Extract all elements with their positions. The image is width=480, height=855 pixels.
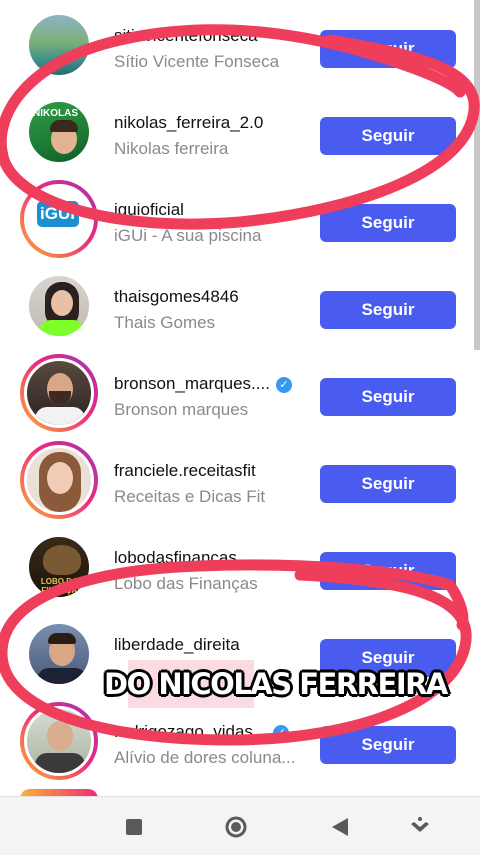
avatar-beard (49, 391, 71, 405)
list-item[interactable]: iGUi iguioficial iGUi - A sua piscina Se… (0, 176, 480, 263)
avatar-ring (20, 441, 98, 519)
avatar-shirt (35, 753, 85, 773)
full-name: Bronson marques (114, 400, 249, 419)
avatar-hair (48, 633, 76, 644)
full-name: Lobo das Finanças (114, 574, 258, 593)
full-name: Sítio Vicente Fonseca (114, 52, 280, 71)
full-name: Receitas e Dicas Fit (114, 487, 266, 506)
full-name: Nikolas ferreira (114, 139, 229, 158)
list-item[interactable]: NIKOLAS nikolas_ferreira_2.0 Nikolas fer… (0, 89, 480, 176)
list-item[interactable]: sitiovicentefonseca Sítio Vicente Fonsec… (0, 2, 480, 89)
avatar-text: LOBO DAS FINANÇAS (40, 577, 84, 595)
list-item[interactable]: thaisgomes4846 Thais Gomes Seguir (0, 263, 480, 350)
username-text: bronson_marques.... (114, 374, 270, 393)
avatar-shirt (35, 407, 85, 425)
circle-icon[interactable] (224, 815, 248, 839)
username-text: rodrigozago_vidas... (114, 722, 268, 741)
full-name: Alívio de dores coluna... (114, 748, 296, 767)
avatar[interactable] (24, 445, 94, 515)
down-chevron-icon[interactable] (408, 815, 432, 839)
full-name: Thais Gomes (114, 313, 216, 332)
avatar[interactable] (26, 12, 92, 78)
full-name: iGUi - A sua piscina (114, 226, 262, 245)
username[interactable]: thaisgomes4846 (114, 287, 239, 307)
avatar-hair (50, 120, 78, 132)
username[interactable]: rodrigozago_vidas... ✓ (114, 722, 290, 742)
username[interactable]: sitiovicentefonseca (114, 26, 258, 46)
scrollbar[interactable] (474, 0, 480, 350)
avatar-ring (20, 6, 98, 84)
avatar[interactable] (26, 621, 92, 687)
avatar[interactable] (26, 273, 92, 339)
video-caption: DO NICOLAS FERREIRA (104, 667, 448, 701)
avatar-ring: LOBO DAS FINANÇAS (20, 528, 98, 606)
follow-button[interactable]: Seguir (320, 204, 456, 242)
username[interactable]: liberdade_direita (114, 635, 240, 655)
username[interactable]: iguioficial (114, 200, 184, 220)
avatar-ring: iGUi (20, 180, 98, 258)
avatar[interactable] (24, 358, 94, 428)
verified-badge-icon: ✓ (275, 377, 292, 393)
avatar-suit (37, 668, 87, 684)
avatar[interactable]: LOBO DAS FINANÇAS (26, 534, 92, 600)
username[interactable]: bronson_marques.... ✓ (114, 374, 292, 394)
follow-button[interactable]: Seguir (320, 291, 456, 329)
follow-button[interactable]: Seguir (320, 726, 456, 764)
follow-button[interactable]: Seguir (320, 378, 456, 416)
avatar-ring (20, 615, 98, 693)
username[interactable]: franciele.receitasfit (114, 461, 256, 481)
follow-button[interactable]: Seguir (320, 117, 456, 155)
follow-button[interactable]: Seguir (320, 30, 456, 68)
avatar-text: NIKOLAS (33, 108, 78, 119)
wolf-icon (43, 545, 81, 575)
list-item[interactable]: bronson_marques.... ✓ Bronson marques Seg… (0, 350, 480, 437)
avatar[interactable] (24, 706, 94, 776)
avatar-face (51, 290, 73, 316)
triangle-back-icon[interactable] (328, 815, 352, 839)
username[interactable]: lobodasfinancas (114, 548, 237, 568)
list-item[interactable]: franciele.receitasfit Receitas e Dicas F… (0, 437, 480, 524)
follow-button[interactable]: Seguir (320, 465, 456, 503)
square-icon[interactable] (122, 815, 146, 839)
navigation-bar (0, 796, 480, 855)
avatar-text: iGUi (40, 204, 75, 223)
list-item[interactable]: LOBO DAS FINANÇAS lobodasfinancas Lobo d… (0, 524, 480, 611)
avatar-face (47, 721, 73, 751)
verified-badge-icon: ✓ (273, 725, 290, 741)
avatar-ring (20, 702, 98, 780)
avatar-ring: NIKOLAS (20, 93, 98, 171)
avatar[interactable]: NIKOLAS (26, 99, 92, 165)
avatar-face (47, 462, 73, 494)
avatar[interactable]: iGUi (24, 184, 94, 254)
username[interactable]: nikolas_ferreira_2.0 (114, 113, 263, 133)
avatar-ring (20, 354, 98, 432)
avatar-shirt (39, 320, 85, 336)
avatar-ring (20, 267, 98, 345)
list-item[interactable]: rodrigozago_vidas... ✓ Alívio de dores co… (0, 698, 480, 785)
follow-button[interactable]: Seguir (320, 552, 456, 590)
